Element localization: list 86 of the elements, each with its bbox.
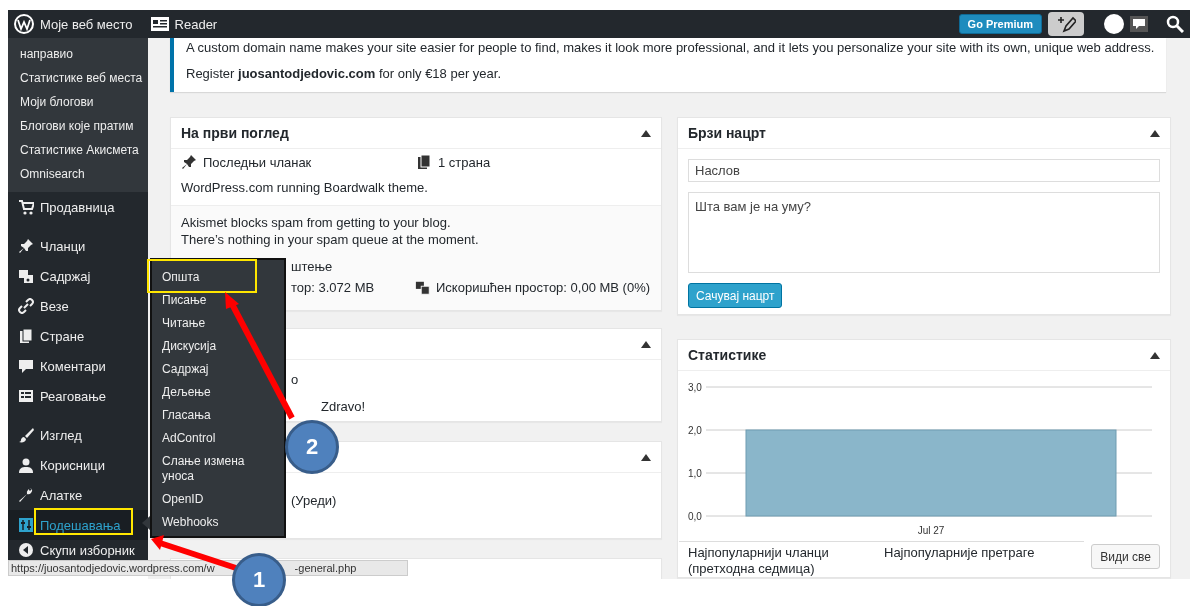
search-icon[interactable] [1166, 15, 1184, 33]
flyout-menu-item[interactable]: Општа [152, 266, 210, 289]
pin-icon [18, 238, 34, 254]
axis-tick-label: 0,0 [688, 511, 702, 522]
flyout-menu-item[interactable]: Дискусија [152, 335, 227, 358]
card-text: (Уреди) [291, 493, 337, 508]
latest-post-link[interactable]: Последњи чланак [203, 154, 312, 170]
flyout-menu-item[interactable]: AdControl [152, 427, 226, 450]
pages-count-link[interactable]: 1 страна [438, 154, 491, 170]
content-text-area[interactable]: Шта вам је на уму? [688, 192, 1160, 273]
notice-text: A custom domain name makes your site easier for people to find, makes it look more professional, and it lets you personalize your site with its own, unique web address. [186, 39, 1156, 57]
flyout-menu-item[interactable]: Слање измена уноса [152, 450, 282, 488]
link-icon [18, 298, 34, 314]
axis-tick-label: 2,0 [688, 425, 702, 436]
menu-item[interactable]: Подешавања [8, 510, 148, 540]
flyout-menu-item[interactable]: Гласања [152, 404, 221, 427]
axis-tick-label: 3,0 [688, 382, 702, 393]
menu-item[interactable]: Реаговање [8, 381, 148, 411]
notice-text: Register juosantodjedovic.com for only €18 per year. [186, 65, 503, 83]
menu-item[interactable]: Изглед [8, 420, 148, 450]
status-url-text: -general.php [294, 562, 357, 574]
storage-text: тор: 3.072 MB [291, 280, 376, 295]
flyout-menu-item[interactable]: OpenID [152, 488, 214, 511]
wrench-icon [18, 487, 34, 503]
logo-icon[interactable] [14, 14, 34, 34]
menu-item[interactable]: Чланци [8, 231, 148, 261]
top-posts-heading: Најпопуларнији чланци (претходна седмица) [688, 545, 830, 577]
akismet-text: Akismet blocks spam from getting to your blog. [181, 214, 452, 231]
brush-icon [18, 427, 34, 443]
card-title: На први поглед [181, 125, 290, 141]
newspaper-icon[interactable] [150, 17, 169, 31]
sliders-icon [18, 517, 34, 533]
media-icon [415, 279, 431, 296]
card-text: о [291, 371, 299, 389]
menu-item[interactable]: Везе [8, 291, 148, 321]
partial-text: штење [291, 258, 333, 275]
status-url-text: https://juosantodjedovic.wordpress.com/w [11, 562, 215, 574]
menu-item[interactable]: Продавница [8, 192, 148, 222]
media-icon [18, 268, 34, 284]
theme-text: WordPress.com running Boardwalk theme. [180, 179, 429, 197]
submenu-item[interactable]: направио [8, 42, 148, 66]
menu-item[interactable]: Садржај [8, 261, 148, 291]
new-post-button[interactable] [1048, 12, 1084, 36]
flyout-menu-item[interactable]: Писање [152, 289, 217, 312]
plus-pencil-icon [1056, 15, 1076, 33]
collapse-toggle-icon[interactable] [641, 340, 651, 348]
axis-tick-label: 1,0 [688, 468, 702, 479]
card-title: Брзи нацрт [688, 125, 767, 141]
card-text: Zdravo! [321, 398, 366, 416]
top-searches-heading: Најпопуларније претраге [884, 545, 1036, 560]
flyout-menu-item[interactable]: Дељење [152, 381, 221, 404]
axis-tick-label: Jul 27 [917, 525, 945, 536]
menu-item[interactable]: Корисници [8, 450, 148, 480]
submenu-item[interactable]: Моји блогови [8, 90, 148, 114]
flyout-menu-item[interactable]: Webhooks [152, 511, 229, 534]
collapse-toggle-icon[interactable] [641, 129, 651, 137]
menu-item[interactable]: Коментари [8, 351, 148, 381]
flyout-menu-item[interactable]: Садржај [152, 358, 219, 381]
flyout-menu-item[interactable]: Читање [152, 312, 216, 335]
submenu-item[interactable]: Статистике Акисмета [8, 138, 148, 162]
form-icon [18, 388, 34, 404]
view-all-button[interactable]: Види све [1091, 544, 1160, 569]
collapse-toggle-icon[interactable] [641, 453, 651, 461]
pin-icon [181, 154, 197, 170]
cart-icon [18, 199, 34, 215]
card-title: Статистике [688, 347, 768, 363]
collapse-toggle-icon[interactable] [1150, 129, 1160, 137]
title-input-field[interactable]: Наслов [688, 159, 1160, 182]
go-premium-button[interactable]: Go Premium [958, 14, 1042, 34]
reader-link[interactable]: Reader [174, 16, 218, 32]
submenu-item[interactable]: Статистике веб места [8, 66, 148, 90]
pages-icon [18, 328, 34, 344]
submenu-item[interactable]: Omnisearch [8, 162, 148, 186]
menu-item[interactable]: Стране [8, 321, 148, 351]
pages-icon [416, 154, 432, 170]
notification-icon[interactable] [1130, 16, 1148, 32]
akismet-text: There’s nothing in your spam queue at the moment. [181, 231, 480, 248]
user-icon [18, 457, 34, 473]
submenu-item[interactable]: Блогови које пратим [8, 114, 148, 138]
used-space-text: Искоришћен простор: 0,00 MB (0%) [436, 280, 651, 295]
site-name-link[interactable]: Моје веб место [40, 16, 133, 32]
speech-bubble-icon [18, 358, 34, 374]
collapse-toggle-icon[interactable] [1150, 351, 1160, 359]
menu-item[interactable]: Скупи изборник [8, 540, 148, 560]
avatar[interactable] [1104, 14, 1124, 34]
menu-item[interactable]: Алатке [8, 480, 148, 510]
